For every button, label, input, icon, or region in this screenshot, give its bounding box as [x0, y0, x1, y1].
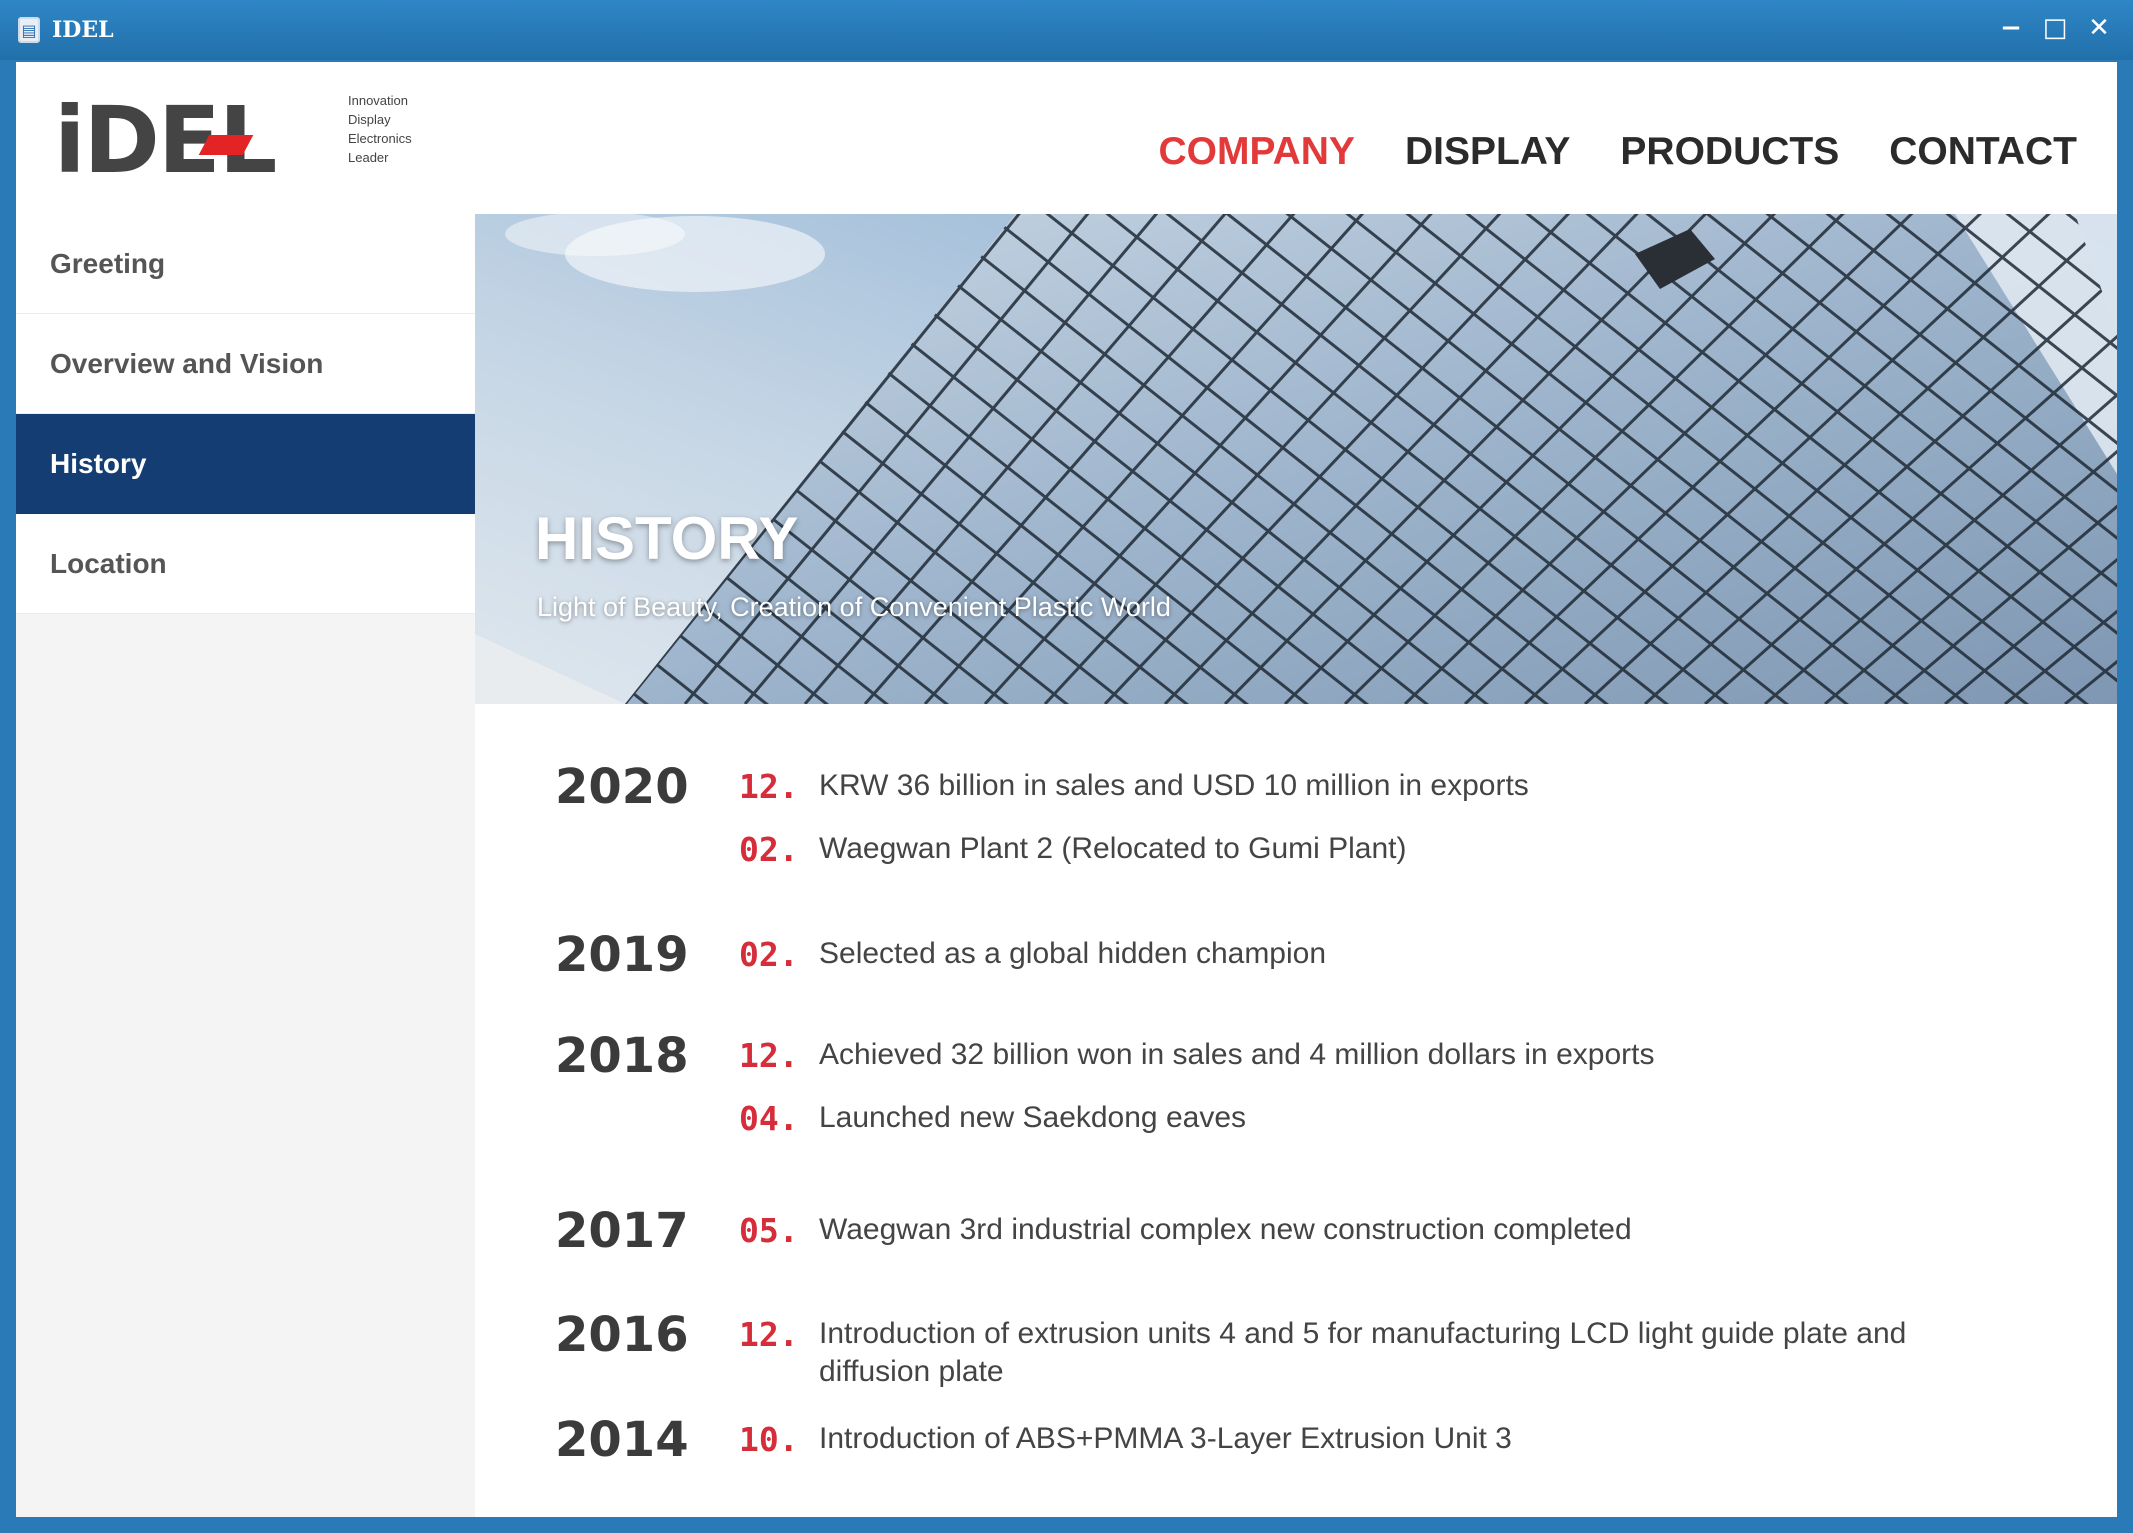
- timeline-description: Waegwan 3rd industrial complex new const…: [819, 1213, 1632, 1246]
- history-timeline: 2020 12. KRW 36 billion in sales and USD…: [475, 704, 2117, 1517]
- window-title: IDEL: [52, 17, 114, 43]
- window-titlebar: ▤ IDEL − □ ✕: [0, 0, 2133, 60]
- hero-subtitle: Light of Beauty, Creation of Convenient …: [537, 592, 1171, 622]
- timeline-month: 02.: [739, 935, 799, 974]
- sidebar-item-location[interactable]: Location: [16, 514, 475, 614]
- timeline-year: 2020: [555, 759, 689, 815]
- timeline-description: KRW 36 billion in sales and USD 10 milli…: [819, 769, 1529, 802]
- sidebar-item-overview-and-vision[interactable]: Overview and Vision: [16, 314, 475, 414]
- site-header: iDEL Innovation Display Electronics Lead…: [16, 62, 2117, 214]
- nav-products[interactable]: PRODUCTS: [1620, 130, 1839, 174]
- timeline-description: Waegwan Plant 2 (Relocated to Gumi Plant…: [819, 832, 1407, 865]
- logo-tagline-line: Display: [348, 112, 391, 127]
- idel-logo[interactable]: iDEL Innovation Display Electronics Lead…: [54, 87, 454, 207]
- sidebar: Greeting Overview and Vision History Loc…: [16, 214, 475, 1517]
- nav-contact[interactable]: CONTACT: [1889, 130, 2077, 174]
- timeline-month: 12.: [739, 1036, 799, 1075]
- timeline-year: 2014: [555, 1412, 689, 1468]
- timeline-year: 2016: [555, 1307, 689, 1363]
- logo-tagline-line: Leader: [348, 150, 389, 165]
- timeline-entry: 12. Achieved 32 billion won in sales and…: [739, 1036, 2039, 1075]
- timeline-month: 02.: [739, 830, 799, 869]
- hero-title: HISTORY: [535, 505, 799, 572]
- logo-tagline: Innovation Display Electronics Leader: [348, 91, 412, 167]
- sidebar-item-greeting[interactable]: Greeting: [16, 214, 475, 314]
- main-nav: COMPANY DISPLAY PRODUCTS CONTACT: [1159, 130, 2078, 174]
- timeline-description: Selected as a global hidden champion: [819, 937, 1327, 970]
- timeline-entry: 12. KRW 36 billion in sales and USD 10 m…: [739, 767, 2039, 806]
- timeline-year: 2018: [555, 1028, 689, 1084]
- sidebar-item-history[interactable]: History: [16, 414, 475, 514]
- timeline-description: Launched new Saekdong eaves: [819, 1101, 1247, 1134]
- logo-tagline-line: Electronics: [348, 131, 412, 146]
- timeline-entry: 05. Waegwan 3rd industrial complex new c…: [739, 1211, 2039, 1250]
- timeline-month: 04.: [739, 1099, 799, 1138]
- timeline-entry: 02. Selected as a global hidden champion: [739, 935, 2039, 974]
- app-icon: ▤: [18, 17, 40, 43]
- timeline-month: 05.: [739, 1211, 799, 1250]
- nav-display[interactable]: DISPLAY: [1405, 130, 1570, 174]
- timeline-month: 10.: [739, 1420, 799, 1459]
- timeline-description: Introduction of ABS+PMMA 3-Layer Extrusi…: [819, 1422, 1512, 1455]
- timeline-year: 2017: [555, 1203, 689, 1259]
- maximize-icon[interactable]: □: [2043, 10, 2068, 46]
- timeline-entry: 10. Introduction of ABS+PMMA 3-Layer Ext…: [739, 1420, 2039, 1459]
- timeline-month: 12.: [739, 767, 799, 806]
- app-client-area: iDEL Innovation Display Electronics Lead…: [16, 62, 2117, 1517]
- timeline-year: 2019: [555, 927, 689, 983]
- building-glass-facade-image: [475, 214, 2117, 704]
- timeline-description: Introduction of extrusion units 4 and 5 …: [819, 1317, 1907, 1388]
- timeline-entry: 04. Launched new Saekdong eaves: [739, 1099, 2039, 1138]
- hero-banner: HISTORY Light of Beauty, Creation of Con…: [475, 214, 2117, 704]
- logo-tagline-line: Innovation: [348, 93, 408, 108]
- timeline-description: Achieved 32 billion won in sales and 4 m…: [819, 1038, 1655, 1071]
- timeline-entry: 02. Waegwan Plant 2 (Relocated to Gumi P…: [739, 830, 2039, 869]
- timeline-month: 12.: [739, 1315, 799, 1354]
- close-icon[interactable]: ✕: [2087, 10, 2111, 46]
- timeline-entry: 12. Introduction of extrusion units 4 an…: [739, 1315, 2039, 1391]
- nav-company[interactable]: COMPANY: [1159, 130, 1355, 174]
- window-controls: − □ ✕: [1999, 10, 2111, 46]
- minimize-icon[interactable]: −: [1999, 10, 2023, 46]
